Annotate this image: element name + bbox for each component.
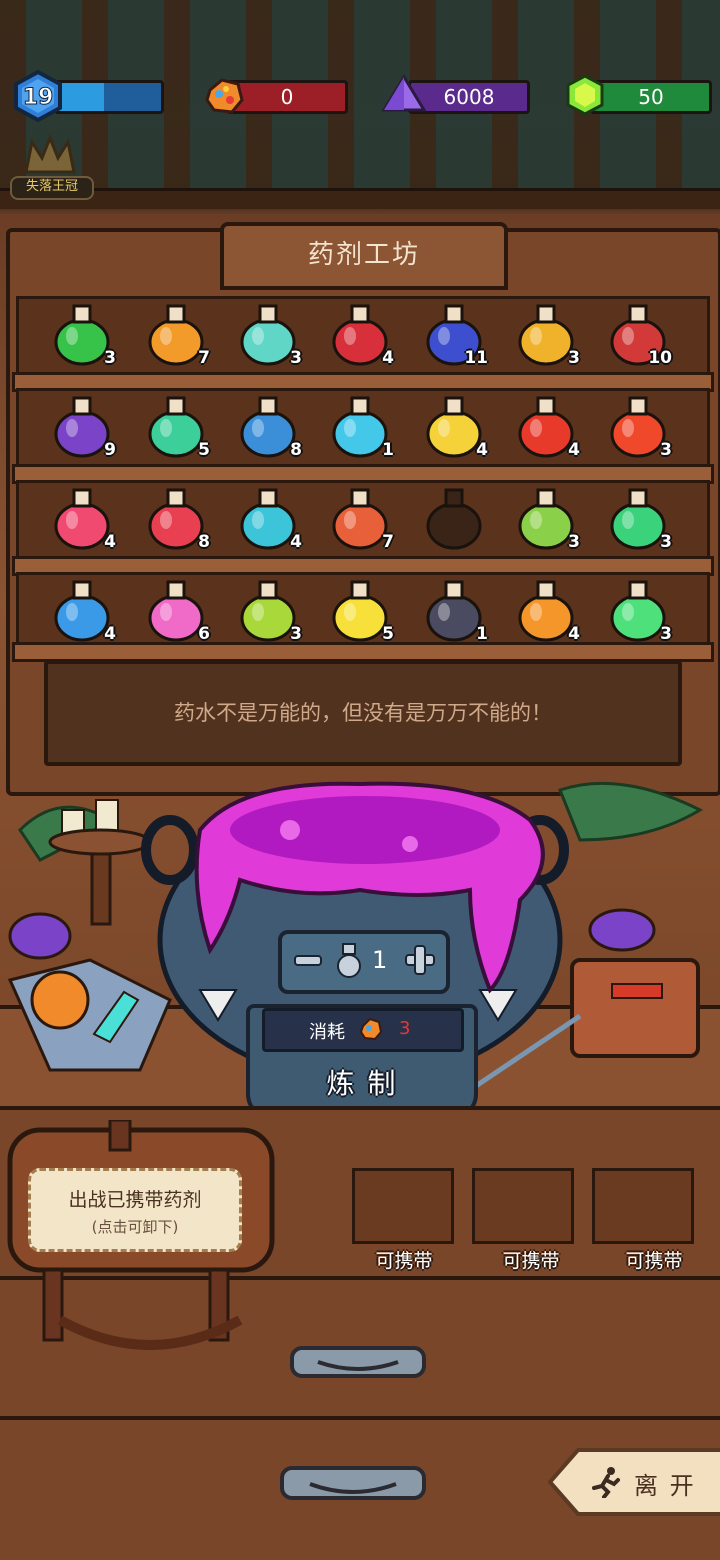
potion-slot[interactable]: 3 (226, 298, 306, 370)
carried-potions-panel[interactable]: 出战已携带药剂 (点击可卸下) (28, 1168, 242, 1252)
potion-count: 5 (382, 624, 394, 644)
potion-count: 3 (290, 624, 302, 644)
potion-slot[interactable]: 3 (40, 298, 120, 370)
drawer-handle-icon (280, 1466, 426, 1500)
carried-potions-hint: (点击可卸下) (91, 1218, 179, 1236)
level-bar (54, 80, 164, 114)
potion-count: 1 (476, 624, 488, 644)
carry-slot-label: 可携带 (375, 1250, 433, 1272)
level-progress-fill (57, 83, 104, 111)
ore-icon (205, 78, 244, 114)
minus-button[interactable] (292, 944, 324, 976)
potion-count: 3 (660, 440, 672, 460)
level-shield-icon: 19 (14, 70, 62, 122)
potion-slot[interactable]: 3 (596, 482, 676, 554)
potion-count: 5 (198, 440, 210, 460)
potion-slot[interactable]: 3 (596, 574, 676, 646)
potion-count: 7 (198, 348, 210, 368)
drawer-handle-icon (290, 1346, 426, 1378)
potion-slot[interactable]: 9 (40, 390, 120, 462)
potion-count: 10 (648, 348, 672, 368)
potion-count: 3 (660, 624, 672, 644)
potion-count: 4 (290, 532, 302, 552)
potion-slot[interactable]: 8 (226, 390, 306, 462)
potion-slot[interactable]: 6 (134, 574, 214, 646)
flask-icon (337, 943, 361, 978)
potion-slot[interactable]: 1 (318, 390, 398, 462)
game-scene: 19 0 6008 50 失落王冠 药剂工坊 3 7 3 4 11 3 10 9 5 8 1 4 4 3 4… (0, 0, 720, 1560)
level-number: 19 (23, 85, 54, 110)
potion-slot[interactable]: 1 (412, 574, 492, 646)
quantity-stepper: 1 (278, 930, 450, 994)
cost-label: 消耗 (309, 1022, 345, 1043)
potion-slot[interactable]: 5 (318, 574, 398, 646)
fence-rail (0, 188, 720, 209)
ore-bar: 0 (226, 80, 348, 114)
leave-button[interactable]: 离 开 (548, 1446, 720, 1518)
potion-count: 4 (476, 440, 488, 460)
potion-slot[interactable]: 10 (596, 298, 676, 370)
potion-count: 4 (568, 624, 580, 644)
potion-count: 3 (104, 348, 116, 368)
potion-count: 11 (464, 348, 488, 368)
crown-label[interactable]: 失落王冠 (10, 176, 94, 200)
cost-value: 3 (399, 1018, 411, 1039)
quantity-value: 1 (372, 946, 388, 974)
potion-count: 4 (104, 532, 116, 552)
carry-slot-label: 可携带 (502, 1250, 560, 1272)
crystal-bar: 6008 (408, 80, 530, 114)
potion-count: 3 (568, 348, 580, 368)
potion-count: 7 (382, 532, 394, 552)
empty-slot-icon (426, 488, 482, 550)
carry-slot[interactable] (352, 1168, 454, 1244)
potion-slot[interactable]: 4 (504, 574, 584, 646)
empty-potion-slot[interactable] (412, 482, 492, 554)
potion-slot[interactable]: 8 (134, 482, 214, 554)
potion-slot[interactable]: 7 (134, 298, 214, 370)
potion-slot[interactable]: 3 (504, 298, 584, 370)
hint-message: 药水不是万能的，但没有是万万不能的！ (44, 660, 682, 766)
potion-slot[interactable]: 5 (134, 390, 214, 462)
potion-count: 6 (198, 624, 210, 644)
page-title: 药剂工坊 (220, 222, 508, 290)
potion-slot[interactable]: 11 (412, 298, 492, 370)
plus-button[interactable] (402, 942, 438, 978)
crystal-value: 6008 (443, 85, 495, 109)
crystal-pyramid-icon (381, 74, 426, 112)
potion-slot[interactable]: 4 (412, 390, 492, 462)
potion-slot[interactable]: 3 (226, 574, 306, 646)
potion-slot[interactable]: 4 (318, 298, 398, 370)
potion-count: 8 (198, 532, 210, 552)
potion-count: 1 (382, 440, 394, 460)
potion-count: 3 (568, 532, 580, 552)
running-man-icon (592, 1467, 620, 1498)
potion-count: 3 (290, 348, 302, 368)
carried-potions-title: 出战已携带药剂 (68, 1189, 202, 1211)
ore-icon (359, 1017, 383, 1041)
potion-slot[interactable]: 3 (504, 482, 584, 554)
carry-slot[interactable] (592, 1168, 694, 1244)
potion-slot[interactable]: 4 (226, 482, 306, 554)
potion-slot[interactable]: 4 (40, 574, 120, 646)
carry-slot[interactable] (472, 1168, 574, 1244)
cost-display: 消耗 3 (262, 1008, 464, 1052)
brew-label: 炼 制 (326, 1067, 398, 1100)
potion-slot[interactable]: 3 (596, 390, 676, 462)
potion-count: 4 (568, 440, 580, 460)
potion-slot[interactable]: 7 (318, 482, 398, 554)
potion-slot[interactable]: 4 (40, 482, 120, 554)
potion-count: 4 (382, 348, 394, 368)
gem-value: 50 (638, 85, 664, 109)
potion-count: 3 (660, 532, 672, 552)
potion-slot[interactable]: 4 (504, 390, 584, 462)
potion-count: 4 (104, 624, 116, 644)
potion-count: 8 (290, 440, 302, 460)
ore-value: 0 (280, 85, 294, 109)
gem-bar: 50 (590, 80, 712, 114)
carry-slot-label: 可携带 (625, 1250, 683, 1272)
potion-count: 9 (104, 440, 116, 460)
green-gem-icon (566, 74, 604, 116)
leave-label: 离 开 (634, 1472, 696, 1500)
